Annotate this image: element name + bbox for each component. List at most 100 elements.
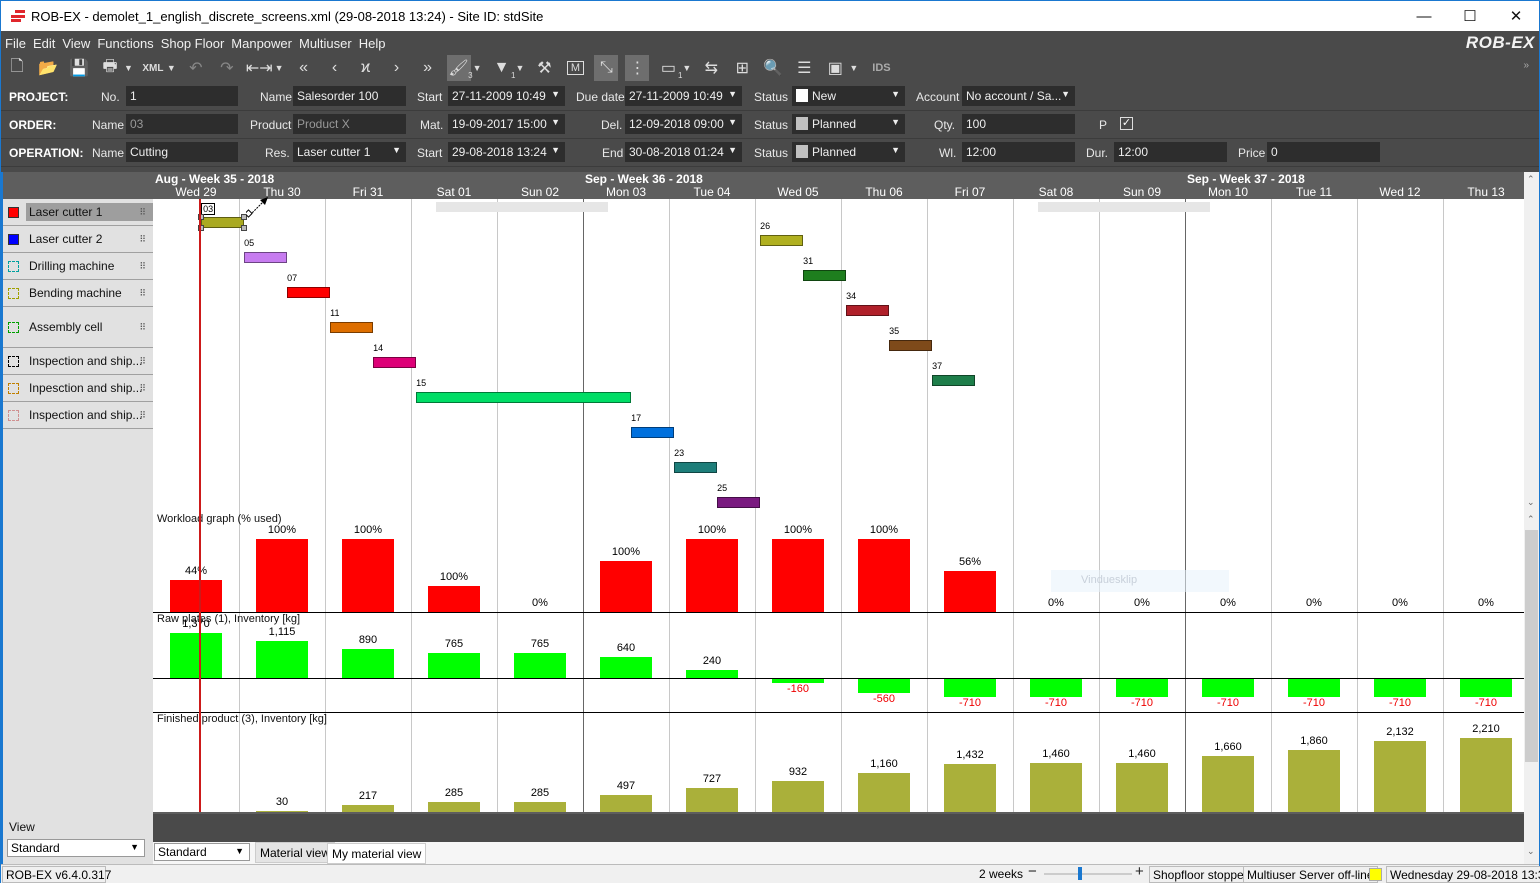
operation-bar[interactable] <box>631 427 675 438</box>
project-name-field[interactable]: Salesorder 100 <box>293 86 406 106</box>
grip-icon[interactable]: ⠿ <box>139 383 146 394</box>
previous-button[interactable]: ‹ <box>323 55 347 81</box>
zoom-slider[interactable] <box>1044 867 1132 880</box>
chevron-down-icon[interactable]: ▼ <box>275 63 284 73</box>
project-no-field[interactable]: 1 <box>126 86 238 106</box>
new-file-button[interactable]: 🗋 <box>5 55 29 81</box>
maximize-button[interactable]: ☐ <box>1447 1 1493 31</box>
project-start-field[interactable]: 27-11-2009 10:49 ▼ <box>448 86 565 106</box>
chevron-down-icon[interactable]: ▼ <box>124 63 133 73</box>
operation-end-field[interactable]: 30-08-2018 01:24 ▼ <box>625 142 742 162</box>
layout-button[interactable]: ▭ 1 <box>656 55 683 81</box>
resource-row[interactable]: Laser cutter 1 ⠿ <box>3 199 153 226</box>
operation-bar[interactable] <box>244 252 288 263</box>
scroll-down-icon[interactable]: ⌄ <box>1527 497 1535 508</box>
menu-edit[interactable]: Edit <box>33 36 55 51</box>
menu-multiuser[interactable]: Multiuser <box>299 36 352 51</box>
project-account-select[interactable]: No account / Sa... ▼ <box>962 86 1075 106</box>
open-folder-button[interactable]: 📂 <box>36 55 60 81</box>
operation-bar[interactable] <box>846 304 890 316</box>
menu-help[interactable]: Help <box>359 36 386 51</box>
grip-icon[interactable]: ⠿ <box>139 261 146 272</box>
menu-shop-floor[interactable]: Shop Floor <box>161 36 225 51</box>
operation-bar[interactable] <box>330 322 374 333</box>
zoom-slider-thumb[interactable] <box>1077 867 1082 880</box>
operation-price-field[interactable]: 0 <box>1267 142 1380 162</box>
toolbar-overflow-icon[interactable]: » <box>1523 60 1529 71</box>
grip-icon[interactable]: ⠿ <box>139 356 146 367</box>
graph-view-select[interactable]: Standard ▼ <box>154 843 250 861</box>
resource-row[interactable]: Drilling machine ⠿ <box>3 253 153 280</box>
close-button[interactable]: ✕ <box>1493 1 1539 31</box>
resource-row[interactable]: Laser cutter 2 ⠿ <box>3 226 153 253</box>
chevron-down-icon[interactable]: ▼ <box>516 63 525 73</box>
operation-bar[interactable] <box>674 462 718 473</box>
tree-button[interactable]: ⊞ <box>730 55 754 81</box>
operation-wl-field[interactable]: 12:00 <box>962 142 1075 162</box>
scroll-up-icon[interactable]: ⌃ <box>1527 174 1535 185</box>
xml-in-button[interactable]: XML <box>141 55 165 81</box>
order-name-field[interactable]: 03 <box>126 114 238 134</box>
filter-button[interactable]: ▼ 1 <box>490 55 516 81</box>
operation-name-field[interactable]: Cutting <box>126 142 238 162</box>
print-html-button[interactable]: 🖶 <box>98 55 122 81</box>
ids-button[interactable]: IDS <box>872 62 890 74</box>
manual-button[interactable]: M <box>563 55 587 81</box>
next-button[interactable]: › <box>385 55 409 81</box>
chevron-down-icon[interactable]: ▼ <box>682 63 691 73</box>
now-button[interactable]: ϰ <box>354 55 378 81</box>
menu-file[interactable]: File <box>5 36 26 51</box>
order-mat-field[interactable]: 19-09-2017 15:00 ▼ <box>448 114 565 134</box>
operation-start-field[interactable]: 29-08-2018 13:24 ▼ <box>448 142 565 162</box>
order-qty-field[interactable]: 100 <box>962 114 1075 134</box>
order-status-select[interactable]: Planned ▼ <box>792 114 905 134</box>
minimize-button[interactable]: — <box>1401 1 1447 31</box>
tab-material-view[interactable]: Material view <box>255 842 336 863</box>
resource-row[interactable]: Inspection and ship... ⠿ <box>3 348 153 375</box>
list-button[interactable]: ☰ <box>792 55 816 81</box>
operation-bar[interactable] <box>373 357 417 368</box>
vertical-scrollbar[interactable]: ⌃ ⌄ ⌃ ⌄ <box>1524 172 1539 864</box>
operation-bar[interactable] <box>717 497 761 508</box>
grip-icon[interactable]: ⠿ <box>139 288 146 299</box>
chevron-down-icon[interactable]: ▼ <box>167 63 176 73</box>
gantt-chart[interactable]: Aug - Week 35 - 2018 Sep - Week 36 - 2018… <box>153 172 1524 814</box>
menu-view[interactable]: View <box>62 36 90 51</box>
redo-button[interactable]: ↷ <box>215 55 239 81</box>
operation-status-select[interactable]: Planned ▼ <box>792 142 905 162</box>
project-due-field[interactable]: 27-11-2009 10:49 ▼ <box>625 86 742 106</box>
split-button[interactable]: ⋮ <box>625 55 650 81</box>
operation-bar[interactable] <box>416 392 632 403</box>
scrollbar-thumb[interactable] <box>1525 530 1538 762</box>
operation-bar[interactable] <box>803 269 847 281</box>
tab-my-material-view[interactable]: My material view <box>327 843 427 864</box>
grip-icon[interactable]: ⠿ <box>139 234 146 245</box>
grip-icon[interactable]: ⠿ <box>139 207 146 218</box>
first-button[interactable]: « <box>292 55 316 81</box>
view-select[interactable]: Standard ▼ <box>7 839 145 857</box>
menu-manpower[interactable]: Manpower <box>231 36 292 51</box>
operation-bar[interactable] <box>201 217 245 228</box>
resource-row[interactable]: Assembly cell ⠿ <box>3 307 153 348</box>
scroll-down-icon[interactable]: ⌄ <box>1527 846 1535 857</box>
resource-row[interactable]: Bending machine ⠿ <box>3 280 153 307</box>
order-p-checkbox[interactable]: ✓ <box>1120 117 1133 130</box>
last-button[interactable]: » <box>416 55 440 81</box>
zoom-in-icon[interactable]: + <box>1135 863 1144 880</box>
operation-res-select[interactable]: Laser cutter 1 ▼ <box>293 142 406 162</box>
tools-filter-button[interactable]: ⚒ <box>532 55 556 81</box>
fit-width-button[interactable]: ⇤⇥ <box>246 55 273 81</box>
zoom-button[interactable]: 🔍 <box>761 55 785 81</box>
operation-dur-field[interactable]: 12:00 <box>1114 142 1227 162</box>
frame-button[interactable]: ▣ <box>823 55 847 81</box>
chevron-down-icon[interactable]: ▼ <box>849 63 858 73</box>
operation-bar[interactable] <box>287 287 331 298</box>
order-del-field[interactable]: 12-09-2018 09:00 ▼ <box>625 114 742 134</box>
link-arrow-icon[interactable] <box>244 197 270 219</box>
order-product-field[interactable]: Product X <box>293 114 406 134</box>
operation-bar[interactable] <box>760 234 804 246</box>
menu-functions[interactable]: Functions <box>97 36 153 51</box>
chevron-down-icon[interactable]: ▼ <box>473 63 482 73</box>
undo-button[interactable]: ↶ <box>184 55 208 81</box>
brush-button[interactable]: 🖌 3 <box>446 55 473 81</box>
